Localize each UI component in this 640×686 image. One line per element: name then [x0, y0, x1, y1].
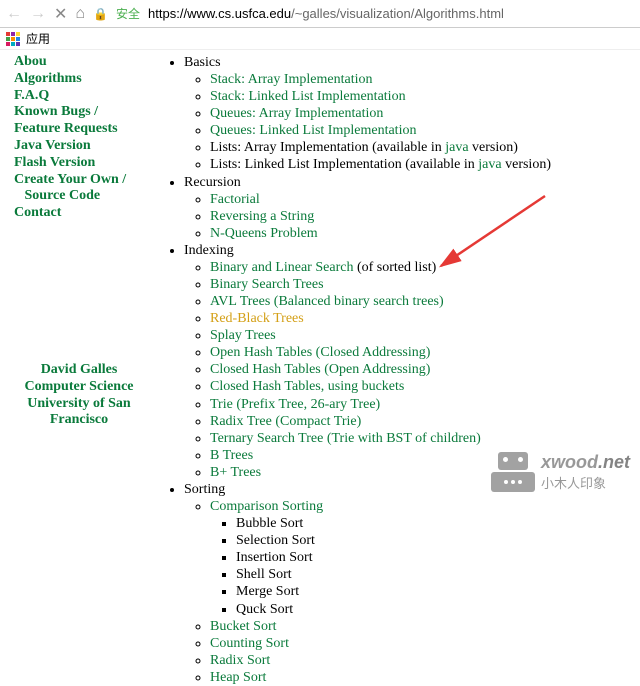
link-stack-array[interactable]: Stack: Array Implementation [210, 72, 373, 87]
bookmark-bar: 应用 [0, 28, 640, 50]
link-radix-sort[interactable]: Radix Sort [210, 653, 270, 668]
link-bucket-sort[interactable]: Bucket Sort [210, 619, 277, 634]
link-closed-hash-buckets[interactable]: Closed Hash Tables, using buckets [210, 379, 404, 394]
link-java[interactable]: java [478, 157, 501, 172]
link-avl[interactable]: AVL Trees (Balanced binary search trees) [210, 294, 444, 309]
apps-icon[interactable] [6, 32, 20, 46]
url-path: /~galles/visualization/Algorithms.html [291, 6, 504, 21]
secure-label: 安全 [116, 5, 140, 22]
link-java[interactable]: java [445, 140, 468, 155]
text-bubble-sort: Bubble Sort [236, 516, 303, 531]
sidebar: Abou Algorithms F.A.Q Known Bugs / Featu… [0, 50, 150, 520]
url-host: https://www.cs.usfca.edu [148, 6, 291, 21]
page-content: Abou Algorithms F.A.Q Known Bugs / Featu… [0, 50, 640, 520]
text-insertion-sort: Insertion Sort [236, 550, 313, 565]
text-shell-sort: Shell Sort [236, 567, 292, 582]
cat-recursion: Recursion Factorial Reversing a String N… [184, 174, 640, 242]
link-btrees[interactable]: B Trees [210, 448, 253, 463]
forward-icon[interactable]: → [30, 5, 46, 23]
link-splay[interactable]: Splay Trees [210, 328, 276, 343]
link-queue-linked[interactable]: Queues: Linked List Implementation [210, 123, 416, 138]
sidebar-item-faq[interactable]: F.A.Q [14, 88, 144, 105]
text-selection-sort: Selection Sort [236, 533, 315, 548]
link-counting-sort[interactable]: Counting Sort [210, 636, 289, 651]
sidebar-item-source[interactable]: Source Code [14, 188, 144, 205]
text-lists-array: Lists: Array Implementation [210, 140, 369, 155]
apps-label[interactable]: 应用 [26, 30, 50, 47]
link-heap-sort[interactable]: Heap Sort [210, 670, 266, 685]
text-quick-sort: Quck Sort [236, 602, 293, 617]
attr-line: Francisco [14, 412, 144, 429]
link-closed-hash[interactable]: Closed Hash Tables (Open Addressing) [210, 362, 430, 377]
sidebar-item-bugs[interactable]: Known Bugs / Feature Requests [14, 104, 144, 138]
cat-basics: Basics Stack: Array Implementation Stack… [184, 54, 640, 174]
link-red-black-trees[interactable]: Red-Black Trees [210, 311, 304, 326]
sidebar-item-java[interactable]: Java Version [14, 138, 144, 155]
sidebar-item-contact[interactable]: Contact [14, 205, 144, 222]
link-queue-array[interactable]: Queues: Array Implementation [210, 106, 383, 121]
link-comparison-sorting[interactable]: Comparison Sorting [210, 499, 323, 514]
sidebar-item-about[interactable]: Abou [14, 54, 144, 71]
attr-line: David Galles [14, 362, 144, 379]
text-merge-sort: Merge Sort [236, 584, 299, 599]
lock-icon: 🔒 [93, 7, 108, 21]
link-factorial[interactable]: Factorial [210, 192, 260, 207]
home-icon[interactable]: ⌂ [75, 5, 85, 23]
link-open-hash[interactable]: Open Hash Tables (Closed Addressing) [210, 345, 430, 360]
link-radix-tree[interactable]: Radix Tree (Compact Trie) [210, 414, 361, 429]
cat-indexing: Indexing Binary and Linear Search (of so… [184, 242, 640, 481]
cat-sorting: Sorting Comparison Sorting Bubble Sort S… [184, 481, 640, 686]
link-trie[interactable]: Trie (Prefix Tree, 26-ary Tree) [210, 397, 380, 412]
browser-toolbar: ← → ✕ ⌂ 🔒 安全 https://www.cs.usfca.edu/~g… [0, 0, 640, 28]
attr-line: University of San [14, 396, 144, 413]
link-reverse-string[interactable]: Reversing a String [210, 209, 314, 224]
attribution: David Galles Computer Science University… [14, 362, 144, 429]
close-icon[interactable]: ✕ [54, 4, 67, 24]
sidebar-item-algorithms[interactable]: Algorithms [14, 71, 144, 88]
link-bplus-trees[interactable]: B+ Trees [210, 465, 261, 480]
link-bst[interactable]: Binary Search Trees [210, 277, 324, 292]
link-binary-linear-search[interactable]: Binary and Linear Search [210, 260, 353, 275]
address-bar[interactable]: https://www.cs.usfca.edu/~galles/visuali… [148, 6, 634, 21]
link-ternary-search-tree[interactable]: Ternary Search Tree (Trie with BST of ch… [210, 431, 481, 446]
attr-line: Computer Science [14, 379, 144, 396]
text-lists-linked: Lists: Linked List Implementation [210, 157, 402, 172]
sidebar-item-create[interactable]: Create Your Own / [14, 172, 144, 189]
main-pane: Basics Stack: Array Implementation Stack… [150, 50, 640, 520]
sidebar-item-flash[interactable]: Flash Version [14, 155, 144, 172]
link-nqueens[interactable]: N-Queens Problem [210, 226, 318, 241]
back-icon[interactable]: ← [6, 5, 22, 23]
link-stack-linked[interactable]: Stack: Linked List Implementation [210, 89, 406, 104]
